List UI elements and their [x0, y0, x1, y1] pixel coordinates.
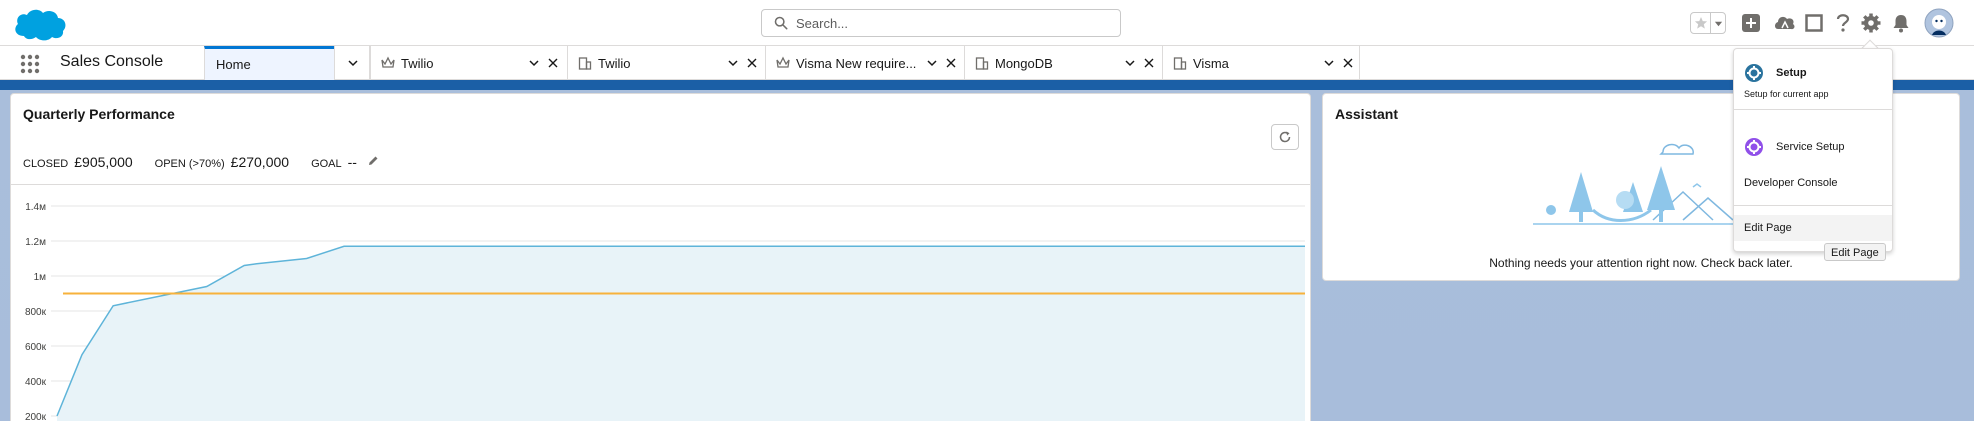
refresh-button[interactable]	[1271, 124, 1299, 150]
card-title: Quarterly Performance	[23, 106, 175, 122]
chevron-down-icon[interactable]	[926, 57, 938, 69]
setup-menu: Setup Setup for current app Service Setu…	[1733, 48, 1893, 252]
edit-goal-icon[interactable]	[367, 154, 379, 166]
menu-item-label: Service Setup	[1776, 141, 1845, 153]
setup-gear-icon[interactable]	[1860, 12, 1882, 34]
close-tab-icon[interactable]	[946, 58, 956, 68]
menu-item-developer-console[interactable]: Developer Console	[1734, 173, 1892, 193]
menu-divider	[1734, 205, 1892, 206]
open-value: £270,000	[230, 154, 290, 170]
open-label: OPEN (>70%)	[154, 158, 225, 170]
user-avatar[interactable]	[1924, 8, 1954, 38]
y-tick-label: 1.2м	[25, 237, 46, 248]
tab-home-menu[interactable]	[334, 46, 370, 80]
tab-label: Twilio	[598, 55, 631, 71]
opportunity-crown-icon	[381, 56, 395, 70]
tab-twilio-opportunity[interactable]: Twilio	[370, 46, 567, 80]
global-actions-add-icon[interactable]	[1740, 12, 1762, 34]
tab-label: Twilio	[401, 55, 434, 71]
favorites-dropdown-icon[interactable]	[1711, 13, 1725, 33]
tab-label: MongoDB	[995, 55, 1053, 71]
empty-state-illustration	[1533, 143, 1753, 225]
global-search[interactable]	[761, 9, 1121, 37]
setup-gear-icon	[1745, 64, 1763, 82]
quarterly-performance-card: Quarterly Performance CLOSED £905,000 OP…	[10, 93, 1311, 421]
account-building-icon	[1173, 56, 1187, 70]
app-name: Sales Console	[60, 53, 164, 70]
closed-label: CLOSED	[23, 158, 69, 170]
close-tab-icon[interactable]	[1343, 58, 1353, 68]
salesforce-cloud-logo[interactable]	[12, 6, 68, 42]
goal-label: GOAL	[311, 158, 342, 170]
favorites-group	[1690, 12, 1726, 34]
service-setup-icon	[1745, 138, 1763, 156]
menu-divider	[1734, 109, 1892, 110]
split-view-icon[interactable]	[1803, 12, 1825, 34]
tab-label: Home	[216, 57, 251, 72]
menu-item-description: Setup for current app	[1744, 89, 1829, 99]
app-launcher-icon[interactable]	[20, 54, 40, 74]
opportunity-crown-icon	[776, 56, 790, 70]
tab-visma-new-requirement[interactable]: Visma New require...	[765, 46, 964, 80]
y-tick-label: 800к	[25, 307, 47, 318]
chevron-down-icon[interactable]	[1323, 57, 1335, 69]
global-header	[0, 0, 1974, 46]
search-input[interactable]	[796, 15, 1096, 31]
tab-label: Visma	[1193, 55, 1229, 71]
close-tab-icon[interactable]	[747, 58, 757, 68]
card-divider	[11, 184, 1310, 185]
y-tick-label: 1.4м	[25, 202, 46, 213]
tab-twilio-account[interactable]: Twilio	[567, 46, 765, 80]
y-tick-label: 200к	[25, 412, 47, 421]
tab-visma[interactable]: Visma	[1162, 46, 1360, 80]
chevron-down-icon	[348, 60, 358, 67]
goal-value: --	[347, 154, 357, 170]
menu-item-setup[interactable]: Setup Setup for current app	[1734, 61, 1892, 101]
menu-item-service-setup[interactable]: Service Setup	[1734, 137, 1892, 161]
tab-mongodb[interactable]: MongoDB	[964, 46, 1162, 80]
y-tick-label: 1м	[34, 272, 47, 283]
close-tab-icon[interactable]	[1144, 58, 1154, 68]
y-tick-label: 400к	[25, 377, 47, 388]
account-building-icon	[975, 56, 989, 70]
console-navigation-bar: Sales Console Home Twilio Twilio Visma N…	[0, 46, 1974, 80]
closed-value: £905,000	[74, 154, 133, 170]
tab-home[interactable]: Home	[204, 46, 334, 80]
close-tab-icon[interactable]	[548, 58, 558, 68]
trailhead-icon[interactable]	[1774, 12, 1796, 34]
refresh-icon	[1279, 131, 1291, 143]
help-icon[interactable]	[1832, 12, 1854, 34]
chevron-down-icon[interactable]	[727, 57, 739, 69]
chevron-down-icon[interactable]	[1124, 57, 1136, 69]
favorites-star-icon[interactable]	[1691, 13, 1711, 33]
tab-label: Visma New require...	[796, 55, 917, 71]
edit-page-tooltip: Edit Page	[1824, 243, 1886, 261]
chevron-down-icon[interactable]	[528, 57, 540, 69]
menu-item-edit-page[interactable]: Edit Page	[1734, 215, 1892, 241]
account-building-icon	[578, 56, 592, 70]
performance-metrics: CLOSED £905,000 OPEN (>70%) £270,000 GOA…	[23, 154, 379, 170]
search-icon	[774, 16, 788, 30]
card-title: Assistant	[1335, 106, 1399, 122]
menu-item-label: Setup	[1776, 67, 1807, 79]
y-tick-label: 600к	[25, 342, 47, 353]
series-area	[57, 246, 1305, 421]
performance-chart: 1.4м 1.2м 1м 800к 600к 400к 200к	[25, 202, 1305, 421]
notifications-bell-icon[interactable]	[1890, 12, 1912, 34]
